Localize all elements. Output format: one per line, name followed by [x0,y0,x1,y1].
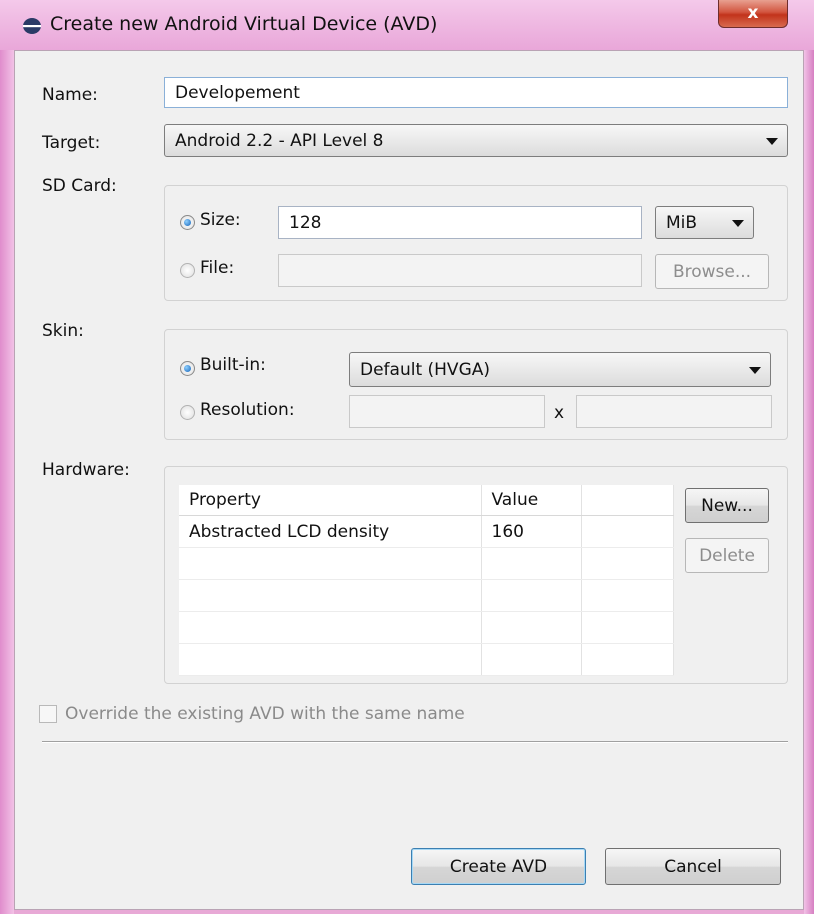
empty-cell [581,515,674,548]
table-header-row: Property Value [179,485,674,516]
bottom-separator [42,741,788,743]
close-button[interactable]: x [718,0,788,28]
override-checkbox[interactable] [39,705,57,723]
window-frame-left [0,0,14,914]
resolution-width-field[interactable] [349,395,545,428]
target-select-value: Android 2.2 - API Level 8 [175,130,384,151]
table-row[interactable]: Abstracted LCD density 160 [179,515,674,548]
column-header-value[interactable]: Value [481,485,582,516]
skin-builtin-label: Built-in: [200,355,266,375]
sdcard-file-field[interactable] [278,254,642,287]
skin-label: Skin: [42,321,84,341]
table-row-empty [179,643,674,676]
window-frame-right [804,0,814,914]
cancel-button[interactable]: Cancel [605,848,781,885]
target-select[interactable]: Android 2.2 - API Level 8 [164,124,788,157]
sdcard-unit-select[interactable]: MiB [655,206,754,239]
skin-builtin-radio[interactable] [180,361,195,376]
target-label: Target: [42,133,101,153]
new-property-button[interactable]: New... [685,488,769,523]
column-header-empty[interactable] [581,485,674,516]
resolution-x-label: x [554,403,565,423]
sdcard-unit-value: MiB [666,212,698,233]
name-field[interactable]: Developement [164,77,788,108]
value-cell: 160 [481,515,582,548]
chevron-down-icon [732,219,744,227]
property-cell: Abstracted LCD density [179,515,482,548]
table-row-empty [179,579,674,612]
sdcard-size-label: Size: [200,210,241,230]
skin-resolution-radio[interactable] [180,405,195,420]
resolution-height-field[interactable] [576,395,772,428]
table-row-empty [179,611,674,644]
sdcard-size-radio[interactable] [180,215,195,230]
hardware-label: Hardware: [42,460,130,480]
table-row-empty [179,547,674,580]
dialog-client-area: Name: Developement Target: Android 2.2 -… [14,50,804,910]
sdcard-file-label: File: [200,258,235,278]
sdcard-file-radio[interactable] [180,263,195,278]
override-label: Override the existing AVD with the same … [65,704,465,724]
sdcard-label: SD Card: [42,176,117,196]
browse-button[interactable]: Browse... [655,254,769,289]
skin-resolution-label: Resolution: [200,400,295,420]
column-header-property[interactable]: Property [179,485,482,516]
delete-property-button[interactable]: Delete [685,538,769,573]
window-title: Create new Android Virtual Device (AVD) [50,13,438,35]
hardware-table[interactable]: Property Value Abstracted LCD density 16… [179,485,674,676]
title-bar[interactable]: Create new Android Virtual Device (AVD) … [0,0,814,50]
skin-builtin-value: Default (HVGA) [360,359,490,380]
create-avd-button[interactable]: Create AVD [411,848,586,885]
name-label: Name: [42,85,98,105]
chevron-down-icon [749,366,761,374]
window-icon [23,18,41,34]
chevron-down-icon [766,137,778,145]
sdcard-size-field[interactable]: 128 [278,206,642,239]
skin-builtin-select[interactable]: Default (HVGA) [349,352,771,387]
